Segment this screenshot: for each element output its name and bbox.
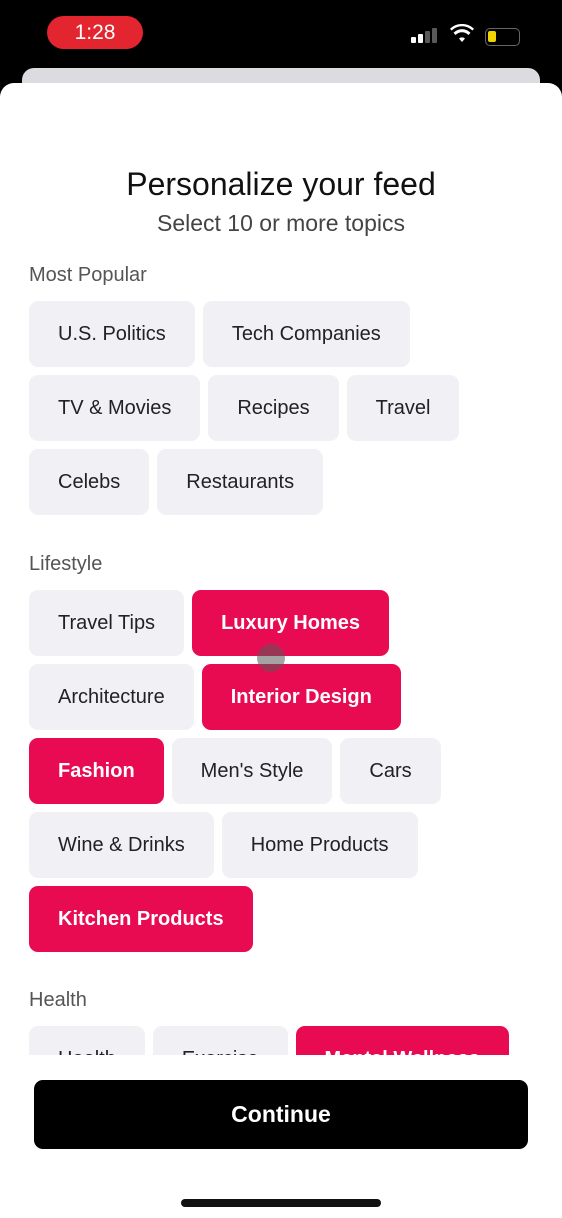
section-title: Health bbox=[29, 989, 87, 1011]
topic-chip[interactable]: U.S. Politics bbox=[29, 301, 195, 367]
topic-chip[interactable]: Luxury Homes bbox=[192, 590, 389, 656]
section-most-popular: Most Popular U.S. Politics Tech Companies T… bbox=[29, 265, 539, 515]
topic-chip[interactable]: TV & Movies bbox=[29, 375, 201, 441]
topic-chip[interactable]: Travel Tips bbox=[29, 590, 185, 656]
topics-scroll-area[interactable]: Personalize your feed Select 10 or more … bbox=[0, 83, 562, 1055]
topic-chip[interactable]: Architecture bbox=[29, 664, 194, 730]
topic-chips: U.S. Politics Tech Companies TV & Movies Re… bbox=[29, 301, 539, 515]
topic-chip[interactable]: Men's Style bbox=[171, 738, 333, 804]
wifi-icon bbox=[450, 24, 474, 42]
section-lifestyle: Lifestyle Travel Tips Luxury Homes Architec… bbox=[29, 554, 539, 952]
topic-chip[interactable]: Mental Wellness bbox=[295, 1026, 509, 1055]
topic-chip[interactable]: Wine & Drinks bbox=[29, 812, 214, 878]
topic-chip[interactable]: Recipes bbox=[208, 375, 339, 441]
battery-icon bbox=[485, 28, 520, 46]
section-title: Lifestyle bbox=[29, 553, 103, 575]
continue-button[interactable]: Continue bbox=[34, 1080, 528, 1149]
page-title: Personalize your feed bbox=[126, 166, 436, 202]
touch-indicator bbox=[257, 644, 285, 672]
topic-chip[interactable]: Interior Design bbox=[201, 664, 401, 730]
section-health: HealthHealthExerciseMental Wellness bbox=[29, 990, 539, 1055]
home-indicator bbox=[181, 1199, 381, 1207]
topic-chip[interactable]: Exercise bbox=[152, 1026, 288, 1055]
cellular-signal-icon bbox=[411, 28, 437, 43]
topic-chip[interactable]: Fashion bbox=[29, 738, 164, 804]
topic-chip[interactable]: Health bbox=[29, 1026, 145, 1055]
topic-chip[interactable]: Tech Companies bbox=[202, 301, 410, 367]
topic-chip[interactable]: Kitchen Products bbox=[29, 886, 253, 952]
topic-chips: Travel Tips Luxury Homes Architecture Inter… bbox=[29, 590, 539, 952]
topic-chip[interactable]: Cars bbox=[340, 738, 441, 804]
personalize-sheet: Personalize your feed Select 10 or more … bbox=[0, 83, 562, 1218]
topic-chip[interactable]: Celebs bbox=[29, 449, 150, 515]
topic-chip[interactable]: Travel bbox=[346, 375, 460, 441]
section-title: Most Popular bbox=[29, 264, 147, 286]
page-subtitle: Select 10 or more topics bbox=[156, 210, 405, 236]
status-time: 1:28 bbox=[47, 16, 143, 49]
topic-chip[interactable]: Home Products bbox=[221, 812, 418, 878]
topic-chip[interactable]: Restaurants bbox=[157, 449, 324, 515]
status-bar: 1:28 bbox=[0, 0, 562, 68]
topic-chips: HealthExerciseMental Wellness bbox=[29, 1026, 539, 1055]
